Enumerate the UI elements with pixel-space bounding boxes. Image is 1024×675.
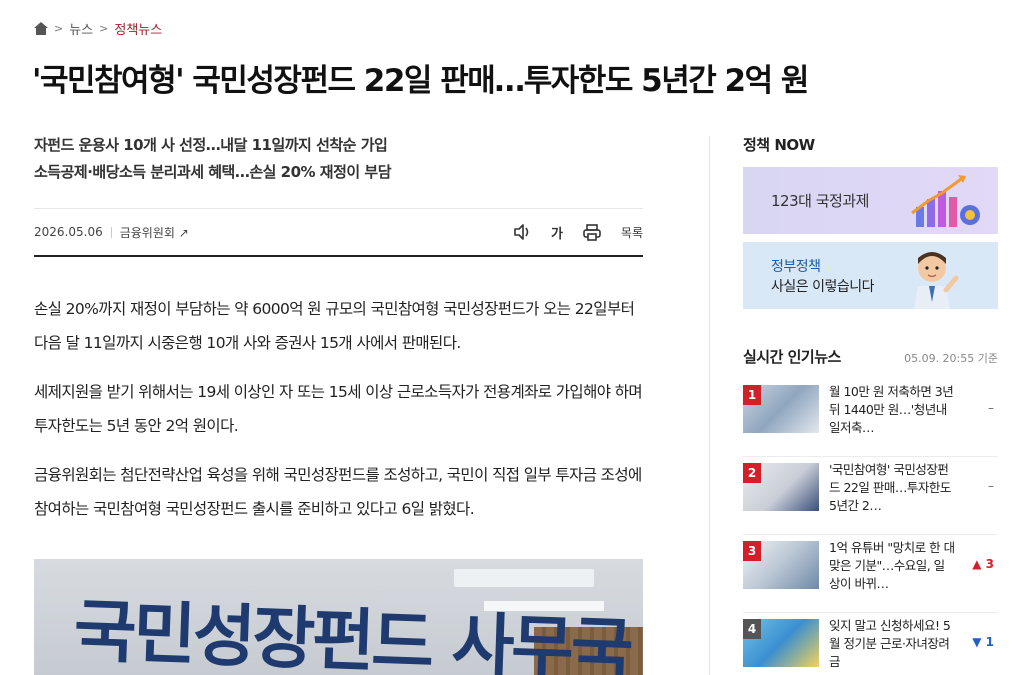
news-thumbnail: 1 xyxy=(743,385,819,433)
speaker-icon[interactable] xyxy=(513,224,531,240)
banner-label: 사실은 이렇습니다 xyxy=(771,279,875,295)
news-thumbnail: 3 xyxy=(743,541,819,589)
popular-news-header: 실시간 인기뉴스 05.09. 20:55 기준 xyxy=(743,346,998,367)
popular-news-title[interactable]: '국민참여형' 국민성장펀드 22일 판매…투자한도 5년간 2… xyxy=(829,461,955,517)
rank-change: ▼ 1 xyxy=(972,635,994,649)
breadcrumb-news[interactable]: 뉴스 xyxy=(69,19,93,38)
rank-badge: 1 xyxy=(743,385,761,405)
article-body: 손실 20%까지 재정이 부담하는 약 6000억 원 규모의 국민참여형 국민… xyxy=(34,292,646,541)
rank-badge: 4 xyxy=(743,619,761,639)
sidebar: 정책 NOW 123대 국정과제 정부정책 사실은 이렇습니다 xyxy=(743,134,998,309)
article-source-link[interactable]: 금융위원회 ↗ xyxy=(120,224,189,241)
popular-news-list: 1 월 10만 원 저축하면 3년 뒤 1440만 원…'청년내일저축… – 2… xyxy=(743,379,998,675)
news-thumbnail: 2 xyxy=(743,463,819,511)
rank-badge: 2 xyxy=(743,463,761,483)
popular-news-time: 05.09. 20:55 기준 xyxy=(904,352,998,365)
popular-news-item[interactable]: 3 1억 유튜버 "망치로 한 대 맞은 기분"…수요일, 일상이 바뀌… ▲ … xyxy=(743,535,998,613)
popular-news-title[interactable]: 월 10만 원 저축하면 3년 뒤 1440만 원…'청년내일저축… xyxy=(829,383,955,439)
rank-change: – xyxy=(988,401,994,415)
popular-news-item[interactable]: 2 '국민참여형' 국민성장펀드 22일 판매…투자한도 5년간 2… – xyxy=(743,457,998,535)
article-date: 2026.05.06 xyxy=(34,225,103,239)
article-tools: 가 목록 xyxy=(513,223,643,242)
subhead-line: 소득공제·배당소득 분리과세 혜택…손실 20% 재정이 부담 xyxy=(34,163,392,181)
home-icon[interactable] xyxy=(34,22,48,35)
popular-news-title: 실시간 인기뉴스 xyxy=(743,348,841,366)
banner-label: 정부정책 xyxy=(771,259,821,275)
article-meta: 2026.05.06 금융위원회 ↗ 가 목록 xyxy=(34,222,643,242)
rank-change: ▲ 3 xyxy=(972,557,994,571)
breadcrumb: > 뉴스 > 정책뉴스 xyxy=(34,19,162,38)
article-paragraph: 금융위원회는 첨단전략산업 육성을 위해 국민성장펀드를 조성하고, 국민이 직… xyxy=(34,466,642,518)
column-divider xyxy=(709,136,710,675)
popular-news-title[interactable]: 1억 유튜버 "망치로 한 대 맞은 기분"…수요일, 일상이 바뀌… xyxy=(829,539,955,595)
breadcrumb-policy-news[interactable]: 정책뉴스 xyxy=(114,19,162,38)
popular-news-title[interactable]: 잊지 말고 신청하세요! 5월 정기분 근로·자녀장려금 xyxy=(829,617,955,673)
policy-factcheck-banner[interactable]: 정부정책 사실은 이렇습니다 xyxy=(743,242,998,309)
article-subheads: 자펀드 운용사 10개 사 선정…내달 11일까지 선착순 가입 소득공제·배당… xyxy=(34,132,644,186)
news-thumbnail: 4 xyxy=(743,619,819,667)
article-headline: '국민참여형' 국민성장펀드 22일 판매…투자한도 5년간 2억 원 xyxy=(32,63,809,99)
article-paragraph: 세제지원을 받기 위해서는 19세 이상인 자 또는 15세 이상 근로소득자가… xyxy=(34,383,643,435)
photo-sign-text: 국민성장펀드 사무국 xyxy=(72,592,632,675)
print-icon[interactable] xyxy=(583,223,601,241)
banner-label: 123대 국정과제 xyxy=(771,192,869,210)
ceiling-light xyxy=(454,569,594,587)
divider xyxy=(34,255,643,257)
article-paragraph: 손실 20%까지 재정이 부담하는 약 6000억 원 규모의 국민참여형 국민… xyxy=(34,300,635,352)
chevron-right-icon: > xyxy=(54,22,64,35)
rank-badge: 3 xyxy=(743,541,761,561)
subhead-line: 자펀드 운용사 10개 사 선정…내달 11일까지 선착순 가입 xyxy=(34,136,388,154)
national-tasks-banner[interactable]: 123대 국정과제 xyxy=(743,167,998,234)
presenter-character-icon xyxy=(914,252,959,309)
popular-news-item[interactable]: 4 잊지 말고 신청하세요! 5월 정기분 근로·자녀장려금 ▼ 1 xyxy=(743,613,998,675)
chart-bars-icon xyxy=(911,175,980,227)
policy-now-title: 정책 NOW xyxy=(743,136,815,154)
font-size-button[interactable]: 가 xyxy=(551,223,563,242)
divider xyxy=(34,208,643,209)
rank-change: – xyxy=(988,479,994,493)
popular-news-item[interactable]: 1 월 10만 원 저축하면 3년 뒤 1440만 원…'청년내일저축… – xyxy=(743,379,998,457)
list-button[interactable]: 목록 xyxy=(621,224,643,241)
article-photo: 국민성장펀드 사무국 xyxy=(34,559,643,675)
divider xyxy=(110,226,112,238)
chevron-right-icon: > xyxy=(99,22,109,35)
